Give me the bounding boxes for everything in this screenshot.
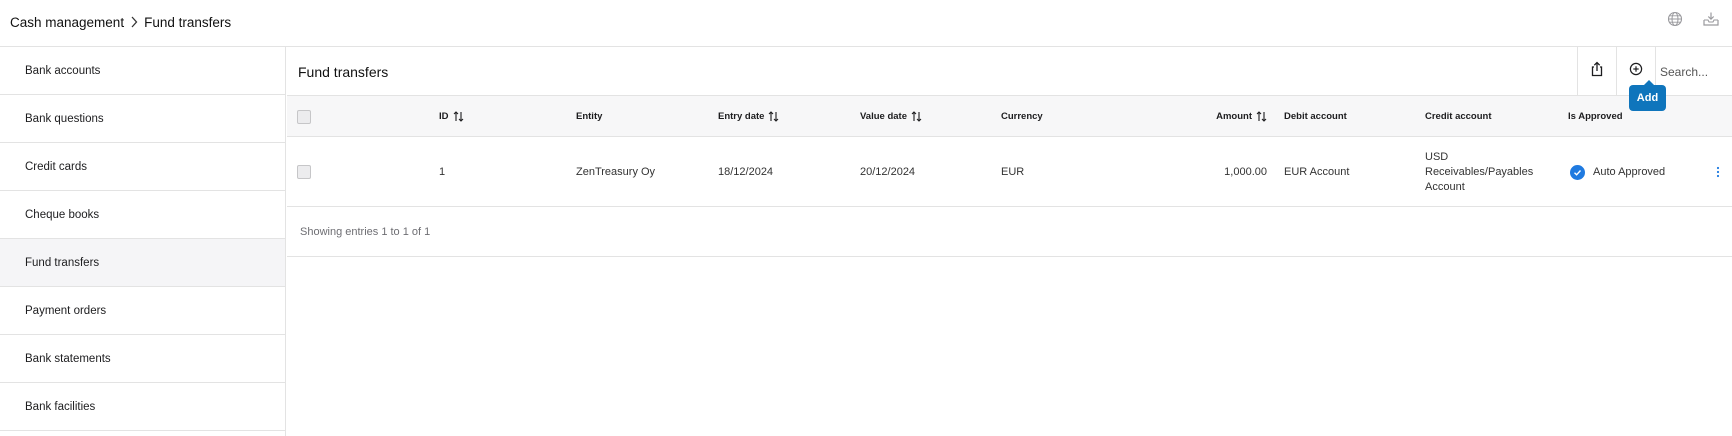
cell-entity: ZenTreasury Oy xyxy=(576,166,656,178)
sidebar-item-label: Fund transfers xyxy=(25,256,100,269)
sidebar-item-credit-cards[interactable]: Credit cards xyxy=(0,143,285,191)
sort-icon[interactable] xyxy=(768,111,779,122)
sidebar-item-cheque-books[interactable]: Cheque books xyxy=(0,191,285,239)
check-circle-icon xyxy=(1570,164,1585,180)
column-label: Entity xyxy=(576,111,603,122)
sort-icon[interactable] xyxy=(911,111,922,122)
sidebar-item-label: Bank statements xyxy=(25,352,111,365)
top-bar: Cash management Fund transfers xyxy=(0,0,1732,47)
panel-header: Fund transfers xyxy=(287,47,1732,96)
share-export-icon xyxy=(1590,61,1604,82)
sidebar-item-fund-transfers[interactable]: Fund transfers xyxy=(0,239,285,287)
export-button[interactable] xyxy=(1577,47,1616,96)
column-header-debit-account: Debit account xyxy=(1284,96,1347,137)
page-title: Fund transfers xyxy=(298,63,389,80)
sidebar-item-label: Credit cards xyxy=(25,160,87,173)
search-input[interactable] xyxy=(1660,64,1732,79)
sidebar-item-payment-orders[interactable]: Payment orders xyxy=(0,287,285,335)
breadcrumb-current: Fund transfers xyxy=(144,14,232,30)
column-header-value-date: Value date xyxy=(860,96,922,137)
column-header-entry-date: Entry date xyxy=(718,96,779,137)
sort-icon[interactable] xyxy=(1256,111,1267,122)
approval-status: Auto Approved xyxy=(1593,166,1666,178)
row-actions-kebab-icon[interactable] xyxy=(1716,137,1720,207)
main-panel: Fund transfers Add ID Entity Entry date xyxy=(287,47,1732,436)
breadcrumb: Cash management Fund transfers xyxy=(10,0,231,44)
column-header-credit-account: Credit account xyxy=(1425,96,1492,137)
plus-circle-icon xyxy=(1629,62,1643,81)
column-label: Entry date xyxy=(718,111,765,122)
cell-approval: Auto Approved xyxy=(1570,137,1665,207)
column-label: Amount xyxy=(1216,111,1252,122)
column-label: ID xyxy=(439,111,449,122)
column-label: Credit account xyxy=(1425,111,1492,122)
download-tray-icon[interactable] xyxy=(1700,8,1722,30)
column-header-entity: Entity xyxy=(576,96,602,137)
search-box xyxy=(1655,47,1732,96)
select-all-checkbox[interactable] xyxy=(297,109,311,124)
sidebar: Bank accounts Bank questions Credit card… xyxy=(0,47,286,436)
cell-currency: EUR xyxy=(1001,166,1025,178)
breadcrumb-parent[interactable]: Cash management xyxy=(10,15,124,30)
cell-amount: 1,000.00 xyxy=(1224,166,1267,178)
credit-account-line: Receivables/Payables xyxy=(1425,165,1534,178)
cell-entry-date: 18/12/2024 xyxy=(718,166,774,178)
column-label: Currency xyxy=(1001,111,1043,122)
row-checkbox[interactable] xyxy=(297,165,311,179)
column-header-is-approved: Is Approved xyxy=(1568,96,1623,137)
sidebar-item-bank-accounts[interactable]: Bank accounts xyxy=(0,47,285,95)
column-label: Is Approved xyxy=(1568,111,1623,122)
sidebar-item-label: Cheque books xyxy=(25,208,100,221)
cell-debit-account: EUR Account xyxy=(1284,166,1350,178)
column-header-id: ID xyxy=(439,96,464,137)
sort-icon[interactable] xyxy=(453,111,464,122)
chevron-right-icon xyxy=(130,16,138,28)
cell-credit-account: USD Receivables/Payables Account xyxy=(1425,137,1533,207)
column-label: Value date xyxy=(860,111,907,122)
sidebar-item-bank-questions[interactable]: Bank questions xyxy=(0,95,285,143)
column-label: Debit account xyxy=(1284,111,1347,122)
sidebar-item-label: Bank facilities xyxy=(25,400,96,413)
cell-value-date: 20/12/2024 xyxy=(860,166,916,178)
cell-id: 1 xyxy=(439,166,446,178)
sidebar-item-label: Bank questions xyxy=(25,112,104,125)
globe-icon[interactable] xyxy=(1664,8,1686,30)
credit-account-line: Account xyxy=(1425,180,1465,193)
sidebar-item-label: Payment orders xyxy=(25,304,107,317)
select-all-cell xyxy=(297,96,311,137)
credit-account-line: USD xyxy=(1425,150,1449,163)
column-header-currency: Currency xyxy=(1001,96,1043,137)
table-row[interactable]: 1 ZenTreasury Oy 18/12/2024 20/12/2024 E… xyxy=(287,137,1732,207)
table-footer: Showing entries 1 to 1 of 1 xyxy=(287,207,1732,257)
row-select-cell xyxy=(297,137,311,207)
sidebar-item-bank-facilities[interactable]: Bank facilities xyxy=(0,383,285,431)
sidebar-item-bank-statements[interactable]: Bank statements xyxy=(0,335,285,383)
table-header: ID Entity Entry date Value date Currency… xyxy=(287,96,1732,137)
sidebar-item-label: Bank accounts xyxy=(25,64,101,77)
column-header-amount: Amount xyxy=(1137,96,1267,137)
add-tooltip: Add xyxy=(1629,80,1666,111)
